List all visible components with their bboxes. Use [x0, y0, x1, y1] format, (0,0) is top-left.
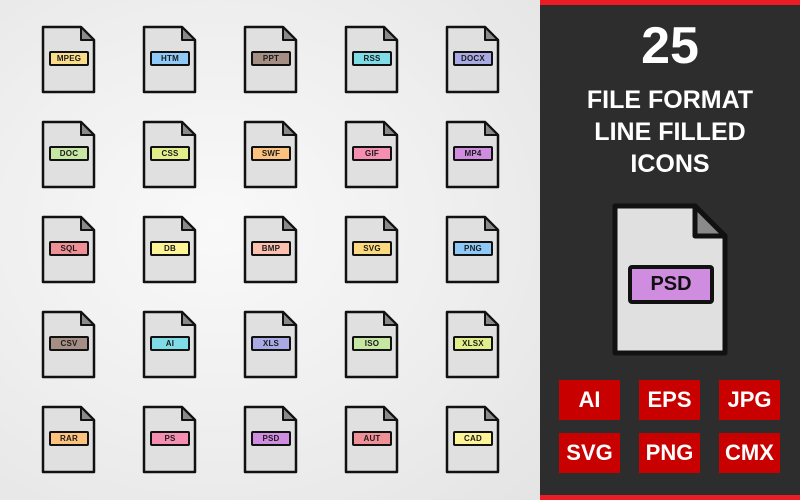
file-type-tab: GIF: [352, 146, 392, 161]
featured-file-type-tab: PSD: [628, 265, 714, 304]
file-type-tab: CSS: [150, 146, 190, 161]
file-type-tab: PPT: [251, 51, 291, 66]
icon-grid: MPEG HTM PPT RSS DOCX DOC CSS SWF GIF MP4 SQL DB BMP…: [41, 25, 500, 474]
file-icon-png: PNG: [445, 215, 500, 284]
file-type-tab: DB: [150, 241, 190, 256]
format-badge-png: PNG: [639, 433, 700, 473]
file-icon-xls: XLS: [243, 310, 298, 379]
file-type-tab: SVG: [352, 241, 392, 256]
file-type-tab: BMP: [251, 241, 291, 256]
file-icon-csv: CSV: [41, 310, 96, 379]
pack-title-line: ICONS: [630, 150, 710, 178]
file-icon-ai: AI: [142, 310, 197, 379]
top-accent-bar: [540, 0, 800, 5]
icon-count: 25: [641, 17, 699, 75]
file-type-tab: MPEG: [49, 51, 89, 66]
file-type-tab: CSV: [49, 336, 89, 351]
file-icon-doc: DOC: [41, 120, 96, 189]
file-type-tab: DOC: [49, 146, 89, 161]
file-type-tab: ISO: [352, 336, 392, 351]
file-icon-db: DB: [142, 215, 197, 284]
file-icon-psd: PSD: [243, 405, 298, 474]
pack-title-line: FILE FORMAT: [586, 86, 754, 114]
file-type-tab: DOCX: [453, 51, 493, 66]
file-type-tab: CAD: [453, 431, 493, 446]
file-type-tab: RAR: [49, 431, 89, 446]
icon-showcase: MPEG HTM PPT RSS DOCX DOC CSS SWF GIF MP4 SQL DB BMP…: [0, 0, 540, 500]
file-icon-ps: PS: [142, 405, 197, 474]
file-icon-iso: ISO: [344, 310, 399, 379]
format-badge-svg: SVG: [559, 433, 620, 473]
file-icon-rar: RAR: [41, 405, 96, 474]
file-type-tab: XLS: [251, 336, 291, 351]
file-type-tab: RSS: [352, 51, 392, 66]
file-icon-gif: GIF: [344, 120, 399, 189]
bottom-accent-bar: [540, 495, 800, 500]
file-type-tab: HTM: [150, 51, 190, 66]
file-icon-ppt: PPT: [243, 25, 298, 94]
file-icon-cad: CAD: [445, 405, 500, 474]
file-type-tab: PSD: [251, 431, 291, 446]
format-badge-ai: AI: [559, 380, 620, 420]
file-type-tab: AI: [150, 336, 190, 351]
file-icon-rss: RSS: [344, 25, 399, 94]
file-type-tab: SWF: [251, 146, 291, 161]
pack-title: FILE FORMAT LINE FILLED ICONS: [540, 84, 800, 180]
format-badge-jpg: JPG: [719, 380, 780, 420]
featured-psd-file-icon: PSD: [611, 202, 729, 357]
file-icon-docx: DOCX: [445, 25, 500, 94]
file-type-tab: AUT: [352, 431, 392, 446]
file-icon-bmp: BMP: [243, 215, 298, 284]
file-type-tab: SQL: [49, 241, 89, 256]
file-icon-aut: AUT: [344, 405, 399, 474]
file-type-tab: MP4: [453, 146, 493, 161]
format-badges: AI EPS JPG SVG PNG CMX: [559, 380, 780, 473]
file-type-tab: XLSX: [453, 336, 493, 351]
pack-title-line: LINE FILLED: [594, 118, 746, 146]
format-badge-cmx: CMX: [719, 433, 780, 473]
file-icon-xlsx: XLSX: [445, 310, 500, 379]
file-icon-swf: SWF: [243, 120, 298, 189]
file-icon-htm: HTM: [142, 25, 197, 94]
file-icon-sql: SQL: [41, 215, 96, 284]
file-icon-svg: SVG: [344, 215, 399, 284]
file-icon-mpeg: MPEG: [41, 25, 96, 94]
format-badge-eps: EPS: [639, 380, 700, 420]
file-icon-mp4: MP4: [445, 120, 500, 189]
file-type-tab: PS: [150, 431, 190, 446]
file-type-tab: PNG: [453, 241, 493, 256]
file-icon-css: CSS: [142, 120, 197, 189]
